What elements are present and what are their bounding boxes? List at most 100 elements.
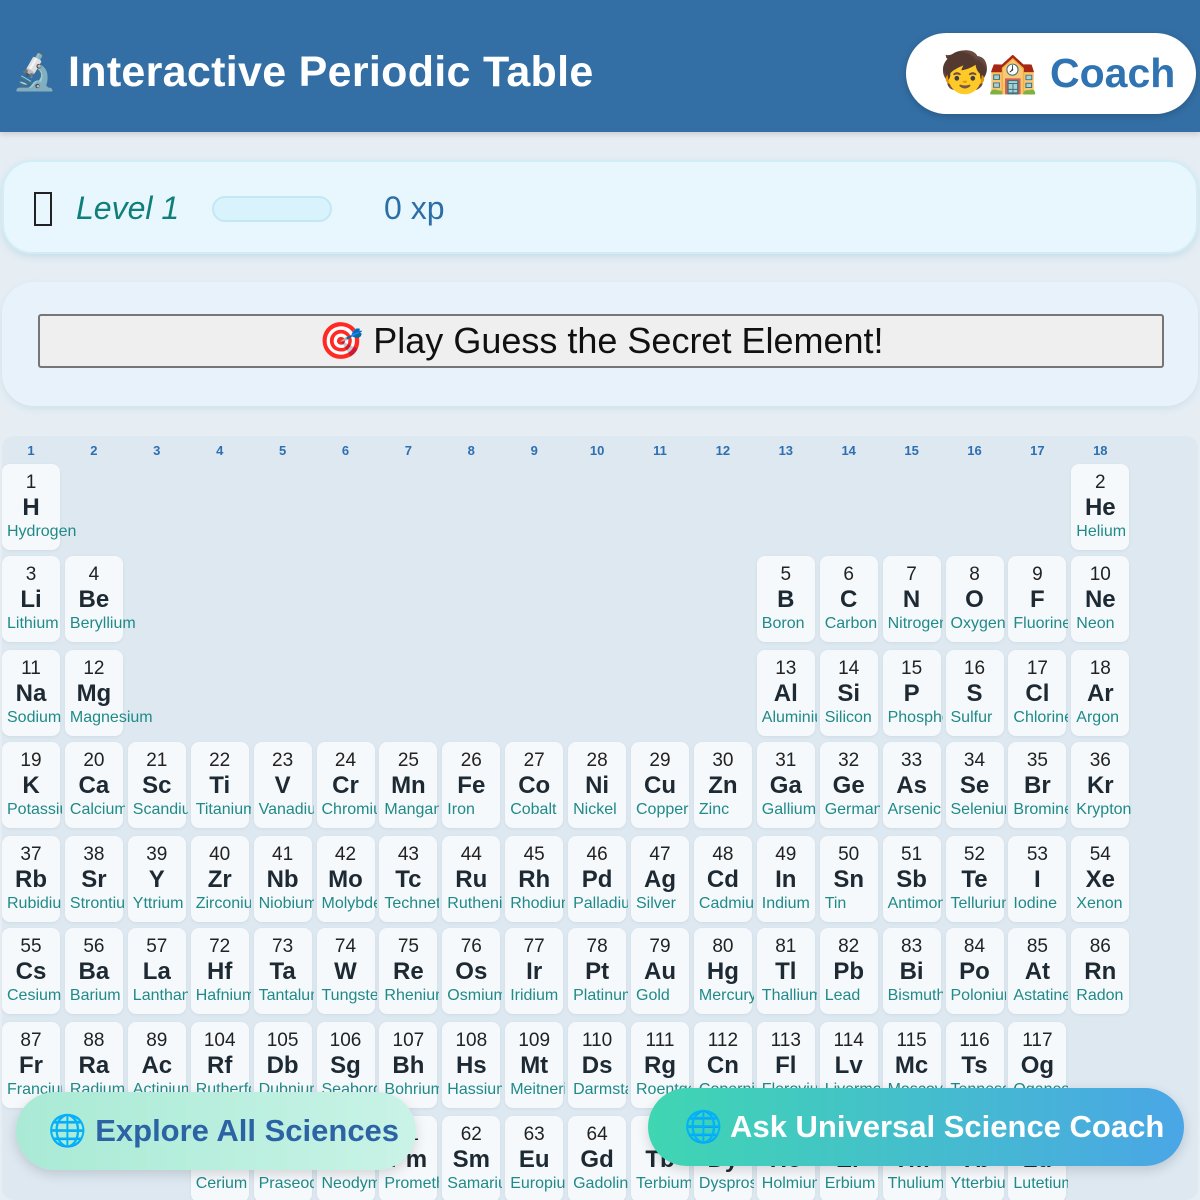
atomic-number: 89 [146,1030,168,1051]
element-cell-aluminium[interactable]: 13Al Aluminium [756,650,817,736]
element-symbol: He [1084,494,1116,521]
element-cell-radon[interactable]: 86 Rn Radon [1071,928,1130,1014]
element-cell-lanthanum[interactable]: 57La Lanthanum [127,928,188,1014]
element-symbol: Ra [78,1052,110,1079]
element-name: Yttrium [132,895,184,912]
element-cell-xenon[interactable]: 54 Xe Xenon [1071,836,1130,922]
element-cell-tellurium[interactable]: 52Te Tellurium [945,836,1006,922]
element-cell-chromium[interactable]: 24Cr Chromium [316,742,377,828]
element-cell-rubidium[interactable]: 37Rb Rubidium [2,836,62,922]
element-name: Manganese [384,801,440,818]
element-cell-hassium[interactable]: 108Hs Hassium [442,1022,502,1108]
element-cell-selenium[interactable]: 34Se Selenium [945,742,1006,828]
element-cell-tantalum[interactable]: 73Ta Tantalum [253,928,314,1014]
element-cell-bismuth[interactable]: 83 Bi Bismuth [882,928,943,1014]
element-cell-chlorine[interactable]: 17 Cl Chlorine [1008,650,1068,736]
element-cell-ruthenium[interactable]: 44Ru Ruthenium [442,836,502,922]
element-cell-titanium[interactable]: 22 Ti Titanium [190,742,251,828]
element-cell-gallium[interactable]: 31 Ga Gallium [756,742,816,828]
element-cell-tungsten[interactable]: 74W Tungsten [316,928,377,1014]
element-cell-boron[interactable]: 5 B Boron [756,556,815,642]
element-cell-fluorine[interactable]: 9 F Fluorine [1008,556,1068,642]
element-cell-calcium[interactable]: 20 Ca Calcium [64,742,125,828]
element-cell-cesium[interactable]: 55 Cs Cesium [2,928,61,1014]
element-symbol: Fr [19,1052,43,1079]
element-cell-platinum[interactable]: 78Pt Platinum [568,928,628,1014]
element-cell-cadmium[interactable]: 48Cd Cadmium [693,836,754,922]
element-cell-argon[interactable]: 18 Ar Argon [1071,650,1130,736]
element-cell-polonium[interactable]: 84Po Polonium [945,928,1006,1014]
element-cell-helium[interactable]: 2 He Helium [1071,464,1130,550]
explore-sciences-button[interactable]: 🌐 Explore All Sciences [16,1092,416,1170]
atomic-number: 31 [775,750,797,771]
element-cell-magnesium[interactable]: 12 Mg Magnesium [64,650,153,736]
element-cell-molybdenum[interactable]: 42Mo Molybdenum [316,836,377,922]
element-cell-scandium[interactable]: 21Sc Scandium [127,742,188,828]
element-cell-iodine[interactable]: 53 I Iodine [1008,836,1067,922]
element-cell-bromine[interactable]: 35 Br Bromine [1008,742,1068,828]
element-name: Arsenic [887,801,941,818]
element-cell-barium[interactable]: 56 Ba Barium [64,928,123,1014]
element-symbol: Al [773,680,798,707]
element-cell-gold[interactable]: 79 Au Gold [631,928,689,1014]
element-cell-silicon[interactable]: 14 Si Silicon [819,650,878,736]
element-cell-lead[interactable]: 82 Pb Lead [819,928,878,1014]
element-cell-copper[interactable]: 29 Cu Copper [631,742,689,828]
element-cell-hafnium[interactable]: 72 Hf Hafnium [190,928,251,1014]
element-cell-gadolinium[interactable]: 64Gd Gadolinium [568,1116,628,1200]
element-name: Krypton [1076,801,1132,818]
element-cell-sodium[interactable]: 11 Na Sodium [2,650,61,736]
element-name: Aluminium [761,709,817,726]
element-cell-germanium[interactable]: 32Ge Germanium [819,742,880,828]
element-cell-osmium[interactable]: 76 Os Osmium [442,928,502,1014]
element-cell-antimony[interactable]: 51Sb Antimony [882,836,943,922]
element-cell-krypton[interactable]: 36 Kr Krypton [1071,742,1132,828]
ask-coach-button[interactable]: 🌐 Ask Universal Science Coach [648,1088,1184,1166]
element-name: Cerium [195,1175,248,1192]
element-cell-astatine[interactable]: 85 At Astatine [1008,928,1068,1014]
element-cell-beryllium[interactable]: 4 Be Beryllium [64,556,136,642]
atomic-number: 29 [649,750,671,771]
element-symbol: Pb [833,958,865,985]
atomic-number: 19 [20,750,42,771]
element-cell-iron[interactable]: 26 Fe Iron [442,742,501,828]
element-cell-rhodium[interactable]: 45Rh Rhodium [505,836,565,922]
element-cell-potassium[interactable]: 19K Potassium [2,742,62,828]
element-cell-niobium[interactable]: 41 Nb Niobium [253,836,314,922]
element-cell-oxygen[interactable]: 8 O Oxygen [945,556,1006,642]
element-cell-arsenic[interactable]: 33 As Arsenic [882,742,941,828]
element-cell-technetium[interactable]: 43Tc Technetium [379,836,439,922]
element-cell-thallium[interactable]: 81 Tl Thallium [756,928,817,1014]
element-cell-palladium[interactable]: 46Pd Palladium [568,836,628,922]
element-cell-tin[interactable]: 50 Sn Tin [819,836,878,922]
element-cell-rhenium[interactable]: 75Re Rhenium [379,928,439,1014]
element-cell-vanadium[interactable]: 23V Vanadium [253,742,314,828]
element-cell-europium[interactable]: 63Eu Europium [505,1116,565,1200]
element-cell-sulfur[interactable]: 16 S Sulfur [945,650,1004,736]
atomic-number: 17 [1026,658,1048,679]
element-cell-neon[interactable]: 10 Ne Neon [1071,556,1130,642]
element-cell-hydrogen[interactable]: 1 H Hydrogen [2,464,76,550]
element-name: Tungsten [321,987,377,1004]
element-cell-cobalt[interactable]: 27 Co Cobalt [505,742,564,828]
element-cell-nitrogen[interactable]: 7 N Nitrogen [882,556,943,642]
element-cell-iridium[interactable]: 77 Ir Iridium [505,928,564,1014]
element-cell-silver[interactable]: 47 Ag Silver [631,836,689,922]
element-cell-manganese[interactable]: 25Mn Manganese [379,742,440,828]
element-cell-mercury[interactable]: 80 Hg Mercury [693,928,754,1014]
element-cell-meitnerium[interactable]: 109Mt Meitnerium [505,1022,565,1108]
element-cell-zinc[interactable]: 30 Zn Zinc [693,742,752,828]
coach-button[interactable]: 🧒🏫 Coach [906,33,1196,114]
element-cell-yttrium[interactable]: 39 Y Yttrium [127,836,186,922]
element-symbol: O [965,586,984,613]
element-cell-zirconium[interactable]: 40Zr Zirconium [190,836,251,922]
element-cell-darmstadtium[interactable]: 110Ds Darmstadtium [568,1022,628,1108]
element-cell-nickel[interactable]: 28 Ni Nickel [568,742,627,828]
element-cell-strontium[interactable]: 38Sr Strontium [64,836,125,922]
element-cell-lithium[interactable]: 3 Li Lithium [2,556,60,642]
element-cell-phosphorus[interactable]: 15P Phosphorus [882,650,943,736]
element-cell-carbon[interactable]: 6 C Carbon [819,556,878,642]
play-guess-button[interactable]: 🎯 Play Guess the Secret Element! [38,314,1164,368]
element-cell-indium[interactable]: 49 In Indium [756,836,815,922]
element-cell-samarium[interactable]: 62Sm Samarium [442,1116,502,1200]
